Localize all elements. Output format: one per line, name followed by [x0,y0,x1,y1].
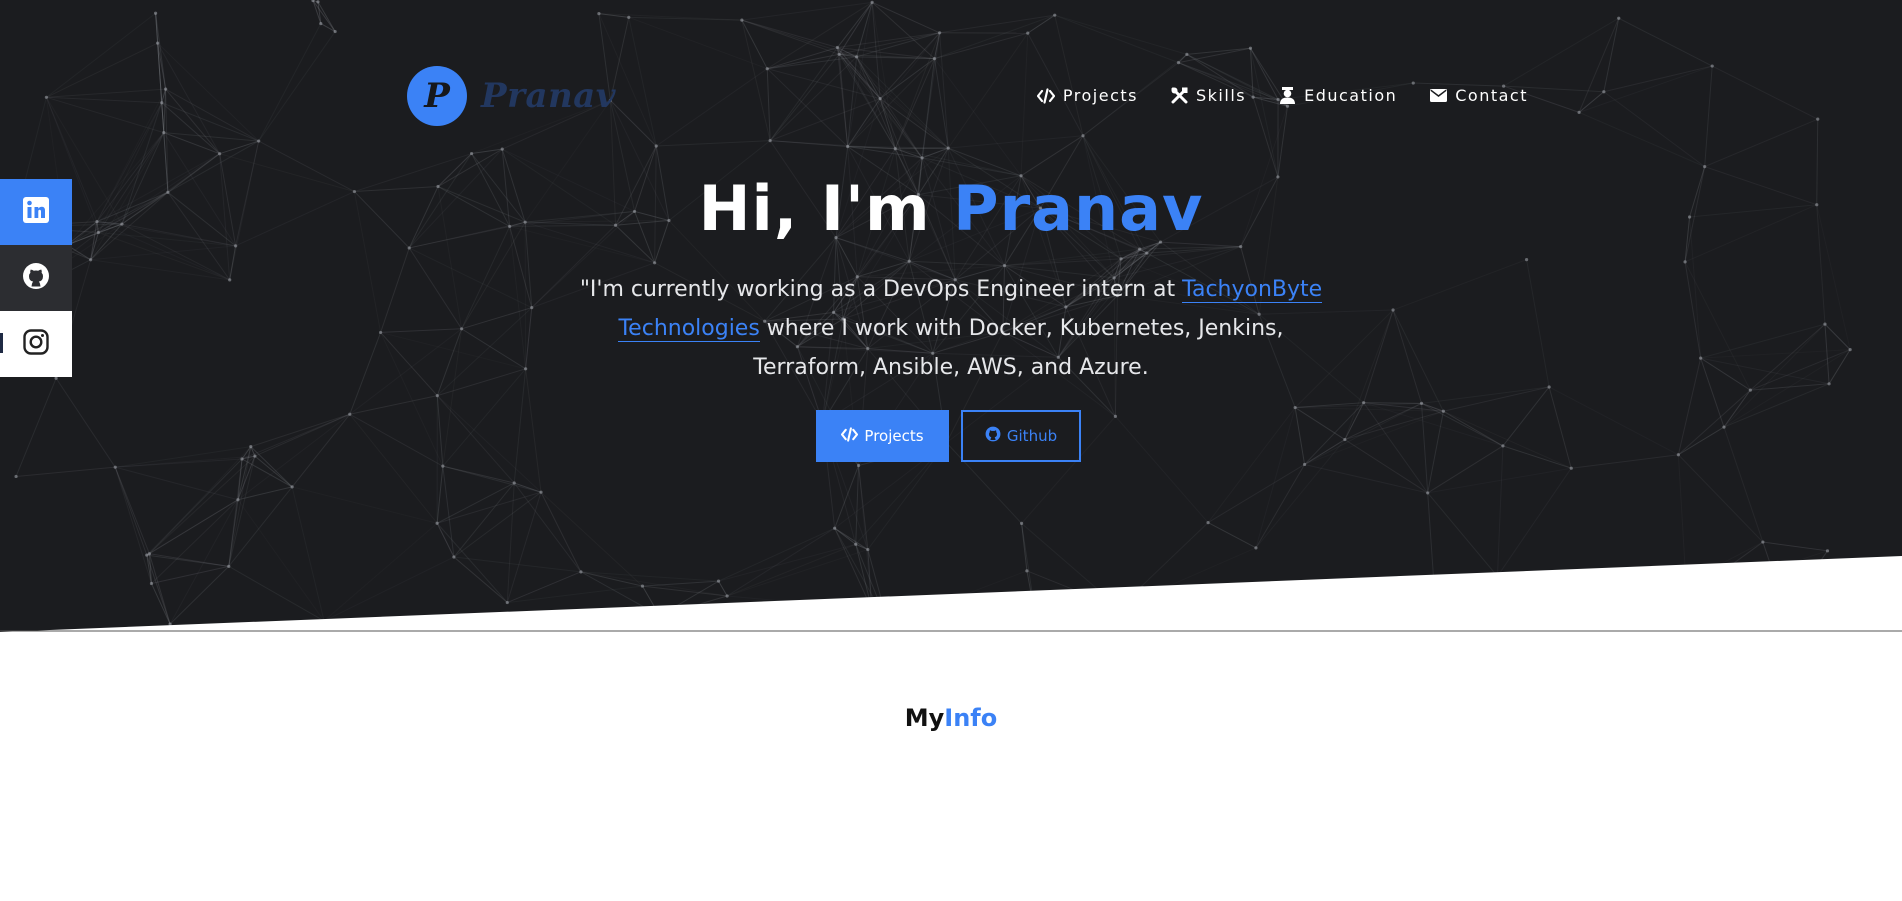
instagram-edge-marker [0,333,3,353]
nav-education-label: Education [1304,86,1398,105]
my-info-prefix: My [904,704,945,732]
hero-greeting: Hi, I'm [698,172,954,245]
hero-intro-after: where I work with Docker, Kubernetes, Je… [753,316,1284,380]
projects-button[interactable]: Projects [816,410,949,462]
envelope-icon [1429,87,1447,105]
hero-heading: Hi, I'm Pranav [0,172,1902,245]
my-info-accent: Info [944,704,998,732]
hero-buttons: Projects Github [816,410,1081,462]
instagram-icon [23,329,49,359]
hero-intro: "I'm currently working as a DevOps Engin… [560,270,1342,387]
brand[interactable]: P Pranav [407,66,616,126]
code-icon [1036,87,1055,105]
brand-name[interactable]: Pranav [481,76,616,116]
nav-skills-label: Skills [1196,86,1247,105]
nav-projects[interactable]: Projects [1036,86,1138,105]
github-icon [22,262,50,294]
hero-intro-before: "I'm currently working as a DevOps Engin… [579,277,1183,302]
github-icon [985,426,1001,446]
github-link[interactable] [0,245,72,311]
hero-name: Pranav [953,172,1204,245]
nav-contact-label: Contact [1455,86,1528,105]
main-nav: Projects Skills Education Contact [1036,86,1528,105]
nav-education[interactable]: Education [1278,86,1397,105]
my-info-heading: MyInfo [0,704,1902,732]
nav-contact[interactable]: Contact [1429,86,1528,105]
tools-icon [1170,87,1188,105]
nav-projects-label: Projects [1062,86,1138,105]
code-icon [841,426,859,446]
github-button[interactable]: Github [961,410,1081,462]
graduate-icon [1278,87,1296,105]
brand-logo[interactable]: P [407,66,467,126]
github-button-label: Github [1006,427,1058,445]
projects-button-label: Projects [864,427,924,445]
nav-skills[interactable]: Skills [1170,86,1246,105]
instagram-link[interactable] [0,311,72,377]
